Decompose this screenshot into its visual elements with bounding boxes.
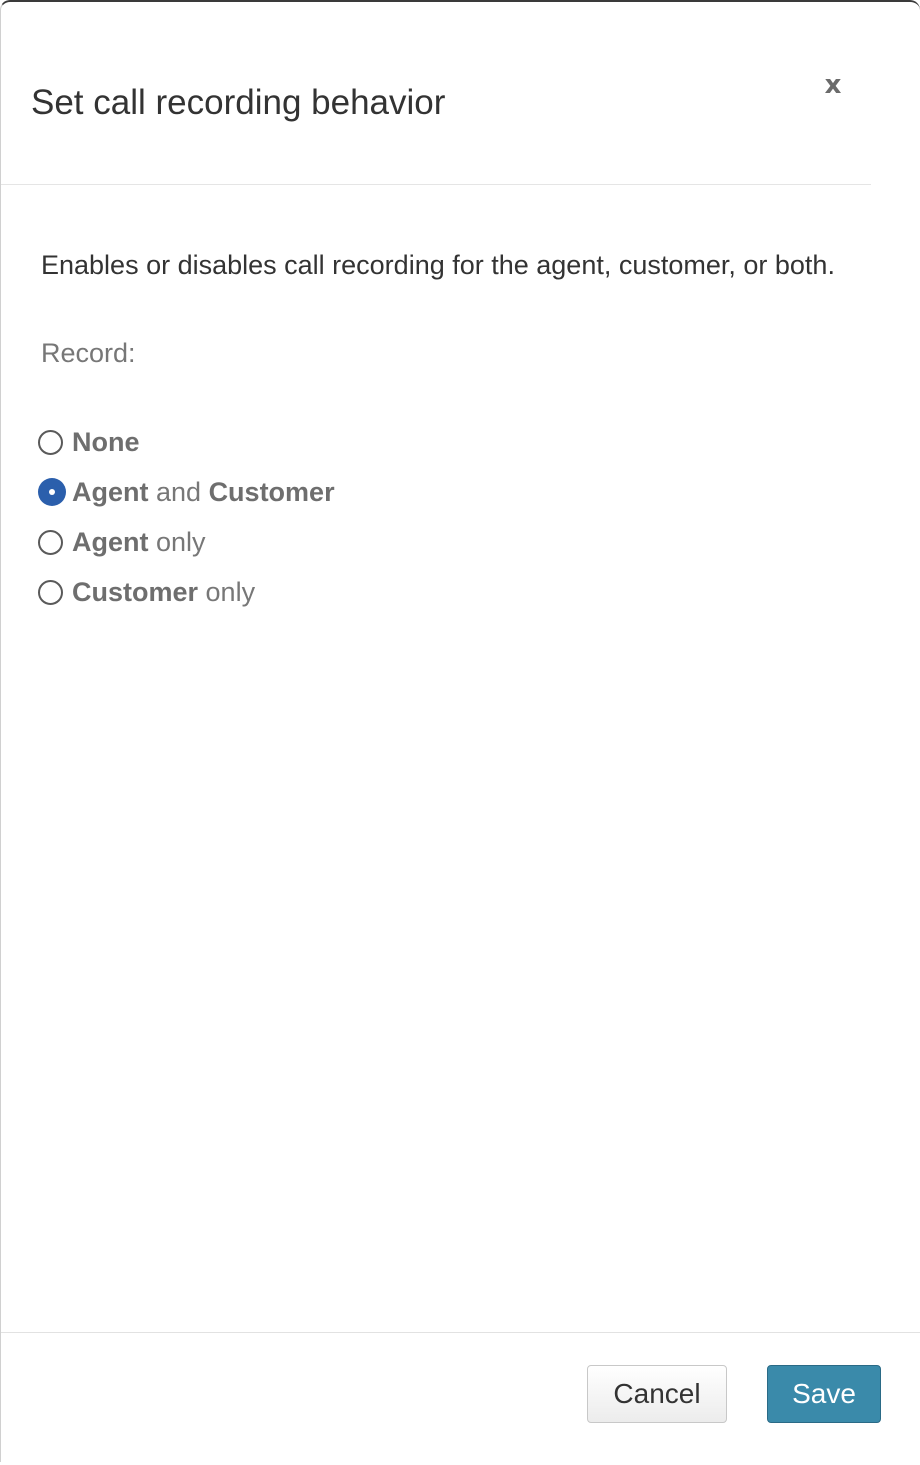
radio-label-customer-text: Customer xyxy=(208,476,335,507)
radio-label-customer-only[interactable]: Customer only xyxy=(72,577,255,608)
radio-option-agent-and-customer[interactable]: Agent and Customer xyxy=(38,467,841,517)
radio-label-agent-only[interactable]: Agent only xyxy=(72,527,206,558)
radio-label-agent-text: Agent xyxy=(72,476,149,507)
radio-button-none[interactable] xyxy=(38,429,63,455)
cancel-button[interactable]: Cancel xyxy=(587,1365,727,1423)
recording-dialog: Set call recording behavior x Enables or… xyxy=(0,0,920,1462)
radio-option-none[interactable]: None xyxy=(38,417,841,467)
dialog-footer: Cancel Save xyxy=(1,1332,920,1465)
save-button[interactable]: Save xyxy=(767,1365,881,1423)
radio-label-none[interactable]: None xyxy=(72,427,140,458)
dialog-header: Set call recording behavior x xyxy=(1,2,871,185)
record-label: Record: xyxy=(41,338,136,368)
radio-button-agent-and-customer[interactable] xyxy=(38,478,66,506)
radio-label-and-text: and xyxy=(148,476,209,507)
radio-label-agent-and-customer[interactable]: Agent and Customer xyxy=(72,477,335,508)
radio-button-customer-only[interactable] xyxy=(38,579,63,605)
radio-label-only-text: only xyxy=(148,526,206,557)
radio-label-agent-text: Agent xyxy=(72,526,149,557)
dialog-title: Set call recording behavior xyxy=(31,83,446,122)
record-radio-group: None Agent and Customer Agent only Custo… xyxy=(38,417,841,617)
close-button[interactable]: x xyxy=(816,68,850,102)
radio-option-customer-only[interactable]: Customer only xyxy=(38,567,841,617)
dialog-body: Enables or disables call recording for t… xyxy=(38,246,841,617)
radio-label-only-text: only xyxy=(198,576,256,607)
radio-button-agent-only[interactable] xyxy=(38,529,63,555)
radio-label-customer-text: Customer xyxy=(72,576,199,607)
radio-label-none-text: None xyxy=(72,426,140,457)
dialog-description: Enables or disables call recording for t… xyxy=(41,250,835,280)
radio-option-agent-only[interactable]: Agent only xyxy=(38,517,841,567)
